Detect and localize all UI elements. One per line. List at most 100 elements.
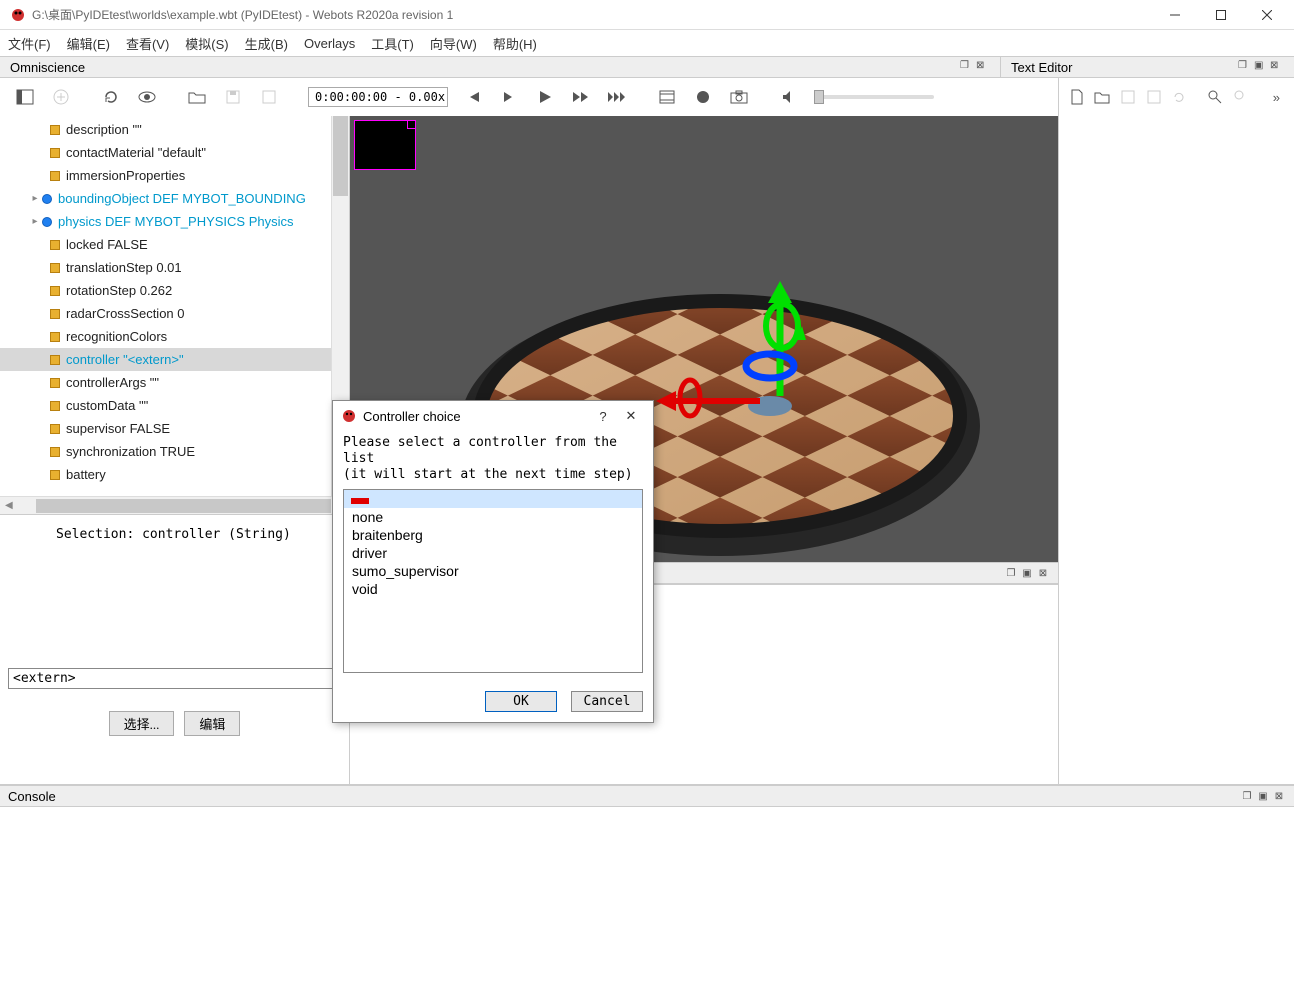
show-icon[interactable] [136,86,158,108]
cube-icon [50,171,60,181]
save-as-icon[interactable] [258,86,280,108]
console-label-full: Console [8,789,56,804]
tree-item[interactable]: customData "" [0,394,331,417]
chevron-right-icon[interactable]: ▸ [28,216,42,227]
tree-item[interactable]: contactMaterial "default" [0,141,331,164]
tree-item[interactable]: controller "<extern>" [0,348,331,371]
panel-float-icon[interactable]: ❐ [1240,789,1254,803]
dialog-close-icon[interactable]: ✕ [617,408,645,424]
reload-icon[interactable] [100,86,122,108]
panel-restore-icon[interactable]: ❐ [960,60,974,74]
fast-icon[interactable] [570,86,592,108]
cube-icon [50,470,60,480]
replace-icon[interactable] [1233,86,1249,108]
tree-item[interactable]: ▸physics DEF MYBOT_PHYSICS Physics [0,210,331,233]
tree-item-label: contactMaterial "default" [66,145,206,160]
menu-guide[interactable]: 向导(W) [430,34,477,53]
play-icon[interactable] [534,86,556,108]
tree-item[interactable]: locked FALSE [0,233,331,256]
minimize-button[interactable] [1152,0,1198,30]
chevron-right-icon[interactable]: ▸ [28,193,42,204]
cube-icon [50,424,60,434]
search-icon[interactable] [1207,86,1223,108]
panel-close-icon[interactable]: ⊠ [1270,60,1284,74]
controller-option[interactable]: void [344,580,642,598]
select-button[interactable]: 选择... [109,711,175,736]
tree-item[interactable]: rotationStep 0.262 [0,279,331,302]
controller-option[interactable]: driver [344,544,642,562]
controller-option[interactable] [344,490,642,508]
menu-build[interactable]: 生成(B) [245,34,288,53]
panel-close-icon[interactable]: ⊠ [1036,566,1050,580]
tree-item[interactable]: ▸boundingObject DEF MYBOT_BOUNDING [0,187,331,210]
maximize-button[interactable] [1198,0,1244,30]
open-icon[interactable] [186,86,208,108]
more-icon[interactable]: » [1269,86,1284,108]
texteditor-toolbar: » [1058,78,1294,116]
movie-icon[interactable] [656,86,678,108]
panel-close-icon[interactable]: ⊠ [1272,789,1286,803]
close-button[interactable] [1244,0,1290,30]
add-node-icon[interactable] [50,86,72,108]
save-all-icon[interactable] [1146,86,1161,108]
new-file-icon[interactable] [1069,86,1084,108]
scene-tree[interactable]: description "" contactMaterial "default" i… [0,116,331,496]
tree-item-label: description "" [66,122,142,137]
cube-icon [50,401,60,411]
panel-close-icon[interactable]: ⊠ [976,60,990,74]
tree-item[interactable]: recognitionColors [0,325,331,348]
menubar: 文件(F) 编辑(E) 查看(V) 模拟(S) 生成(B) Overlays 工… [0,30,1294,56]
tree-item-label: controller "<extern>" [66,352,184,367]
save-file-icon[interactable] [1120,86,1135,108]
tree-item-label: supervisor FALSE [66,421,170,436]
revert-icon[interactable] [1171,86,1186,108]
rewind-icon[interactable] [462,86,484,108]
controller-option[interactable]: braitenberg [344,526,642,544]
sound-icon[interactable] [778,86,800,108]
tree-scrollbar-h[interactable]: ◀▶ [0,496,349,514]
step-icon[interactable] [498,86,520,108]
save-icon[interactable] [222,86,244,108]
screenshot-icon[interactable] [728,86,750,108]
dialog-icon [341,408,357,424]
tree-item-label: controllerArgs "" [66,375,159,390]
tree-item-label: battery [66,467,106,482]
tree-item[interactable]: battery [0,463,331,486]
menu-tools[interactable]: 工具(T) [371,34,414,53]
open-file-icon[interactable] [1094,86,1110,108]
tree-item[interactable]: supervisor FALSE [0,417,331,440]
panel-float-icon[interactable]: ❐ [1238,60,1252,74]
tree-item-label: translationStep 0.01 [66,260,182,275]
tree-item[interactable]: synchronization TRUE [0,440,331,463]
tree-item[interactable]: immersionProperties [0,164,331,187]
tree-item[interactable]: translationStep 0.01 [0,256,331,279]
selection-value-input[interactable] [8,668,341,689]
panel-restore-icon[interactable]: ▣ [1256,789,1270,803]
tree-item[interactable]: controllerArgs "" [0,371,331,394]
controller-option[interactable]: sumo_supervisor [344,562,642,580]
menu-overlays[interactable]: Overlays [304,36,355,51]
cancel-button[interactable]: Cancel [571,691,643,712]
menu-view[interactable]: 查看(V) [126,34,169,53]
cube-icon [50,378,60,388]
record-icon[interactable] [692,86,714,108]
volume-slider[interactable] [814,95,934,99]
controller-list[interactable]: nonebraitenbergdriversumo_supervisorvoid [343,489,643,673]
menu-simulate[interactable]: 模拟(S) [185,34,228,53]
tree-item-label: immersionProperties [66,168,185,183]
tree-item-label: recognitionColors [66,329,167,344]
menu-edit[interactable]: 编辑(E) [67,34,110,53]
toggle-sidebar-icon[interactable] [14,86,36,108]
dialog-help-icon[interactable]: ? [589,409,617,424]
menu-file[interactable]: 文件(F) [8,34,51,53]
panel-restore-icon[interactable]: ▣ [1254,60,1268,74]
controller-option[interactable]: none [344,508,642,526]
menu-help[interactable]: 帮助(H) [493,34,537,53]
panel-float-icon[interactable]: ❐ [1004,566,1018,580]
edit-button[interactable]: 编辑 [184,711,240,736]
tree-item[interactable]: radarCrossSection 0 [0,302,331,325]
ok-button[interactable]: OK [485,691,557,712]
tree-item[interactable]: description "" [0,118,331,141]
panel-restore-icon[interactable]: ▣ [1020,566,1034,580]
fastest-icon[interactable] [606,86,628,108]
